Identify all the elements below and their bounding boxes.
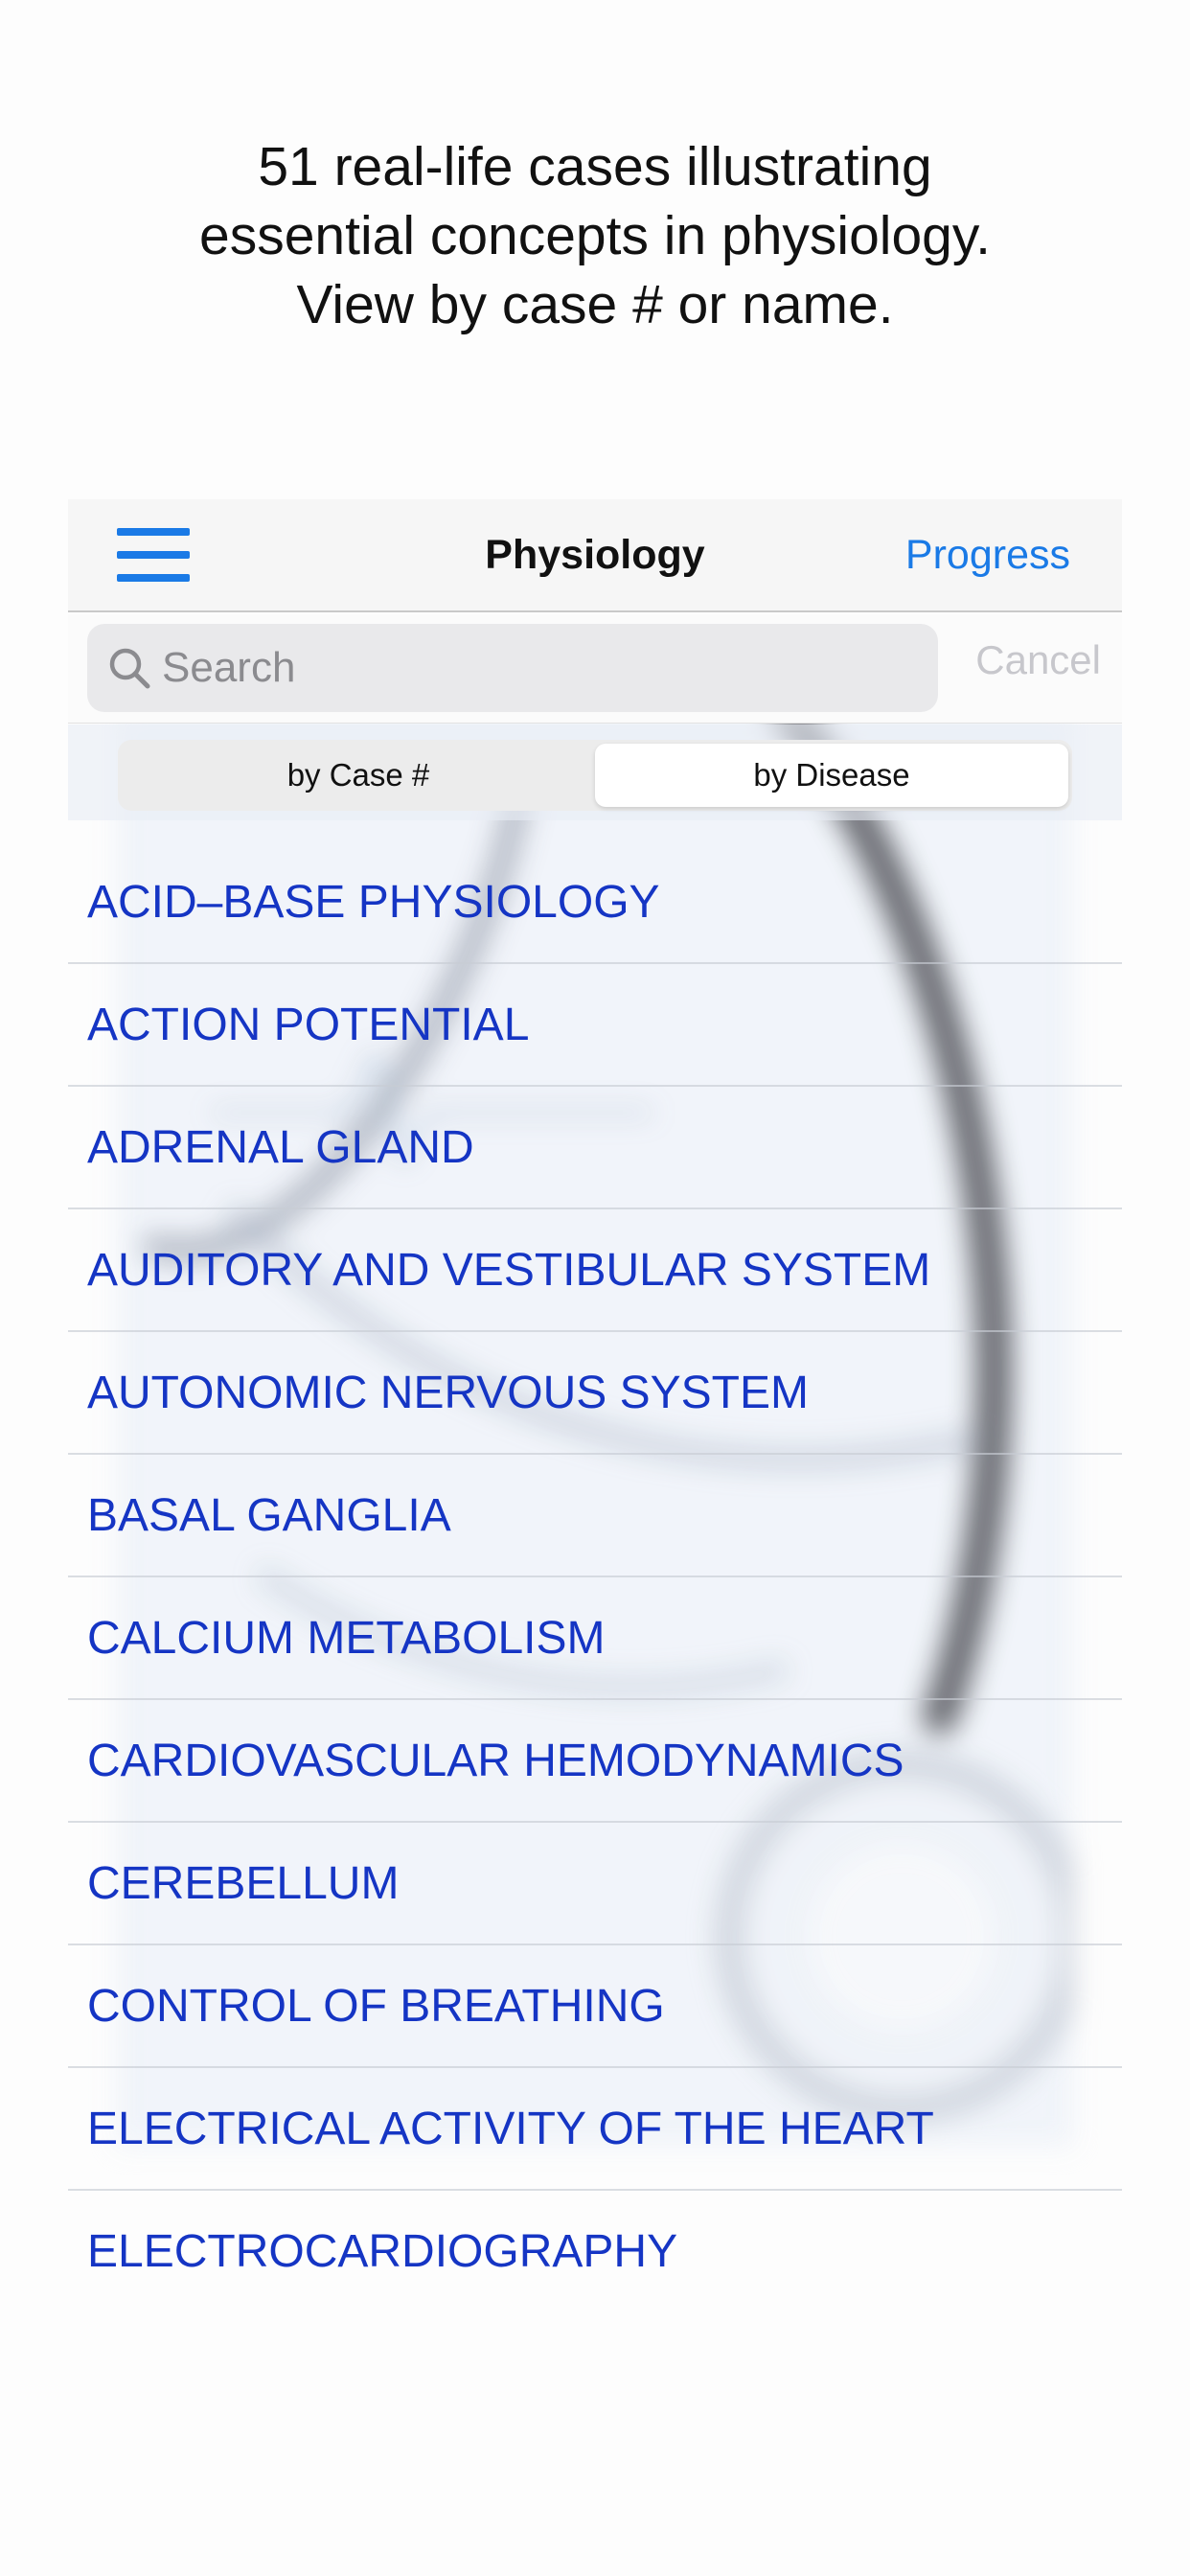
list-item-label: AUTONOMIC NERVOUS SYSTEM — [87, 1367, 809, 1418]
progress-button[interactable]: Progress — [905, 532, 1070, 579]
promo-caption: 51 real-life cases illustrating essentia… — [0, 132, 1190, 339]
list-item-label: ELECTRICAL ACTIVITY OF THE HEART — [87, 2103, 934, 2154]
list-item[interactable]: AUTONOMIC NERVOUS SYSTEM — [68, 1332, 1122, 1455]
caption-line-2: essential concepts in physiology. — [199, 205, 991, 266]
list-item-label: ADRENAL GLAND — [87, 1121, 474, 1173]
search-icon — [109, 648, 150, 689]
segment-bar: by Case # by Disease — [68, 724, 1122, 820]
segment-by-case[interactable]: by Case # — [122, 744, 595, 807]
list-item[interactable]: CONTROL OF BREATHING — [68, 1945, 1122, 2068]
app-screen: Physiology Progress Cancel by Case # by … — [68, 499, 1122, 2306]
search-field[interactable] — [87, 624, 938, 712]
list-item-label: CONTROL OF BREATHING — [87, 1980, 665, 2032]
list-item-label: ELECTROCARDIOGRAPHY — [87, 2225, 678, 2277]
list-item[interactable]: ELECTROCARDIOGRAPHY — [68, 2191, 1122, 2306]
list-item[interactable]: CALCIUM METABOLISM — [68, 1577, 1122, 1700]
list-item-label: ACTION POTENTIAL — [87, 999, 530, 1050]
search-input[interactable] — [162, 624, 919, 712]
list-item[interactable]: AUDITORY AND VESTIBULAR SYSTEM — [68, 1209, 1122, 1332]
list-item-label: CALCIUM METABOLISM — [87, 1612, 606, 1664]
list-item[interactable]: CARDIOVASCULAR HEMODYNAMICS — [68, 1700, 1122, 1823]
list-item-label: AUDITORY AND VESTIBULAR SYSTEM — [87, 1244, 931, 1296]
caption-line-1: 51 real-life cases illustrating — [258, 136, 932, 197]
caption-line-3: View by case # or name. — [296, 274, 894, 335]
view-mode-segmented-control: by Case # by Disease — [118, 740, 1072, 811]
list-item-label: ACID–BASE PHYSIOLOGY — [87, 876, 660, 928]
list-item[interactable]: ELECTRICAL ACTIVITY OF THE HEART — [68, 2068, 1122, 2191]
list-item-label: BASAL GANGLIA — [87, 1489, 451, 1541]
cancel-button[interactable]: Cancel — [975, 637, 1101, 683]
disease-list: ACID–BASE PHYSIOLOGY ACTION POTENTIAL AD… — [68, 841, 1122, 2306]
list-item-label: CARDIOVASCULAR HEMODYNAMICS — [87, 1735, 904, 1786]
list-item[interactable]: ACTION POTENTIAL — [68, 964, 1122, 1087]
navigation-bar: Physiology Progress — [68, 499, 1122, 612]
list-item[interactable]: BASAL GANGLIA — [68, 1455, 1122, 1577]
list-item[interactable]: CEREBELLUM — [68, 1823, 1122, 1945]
list-item[interactable]: ACID–BASE PHYSIOLOGY — [68, 841, 1122, 964]
list-item[interactable]: ADRENAL GLAND — [68, 1087, 1122, 1209]
search-bar: Cancel — [68, 614, 1122, 724]
list-item-label: CEREBELLUM — [87, 1857, 400, 1909]
segment-by-disease[interactable]: by Disease — [595, 744, 1068, 807]
